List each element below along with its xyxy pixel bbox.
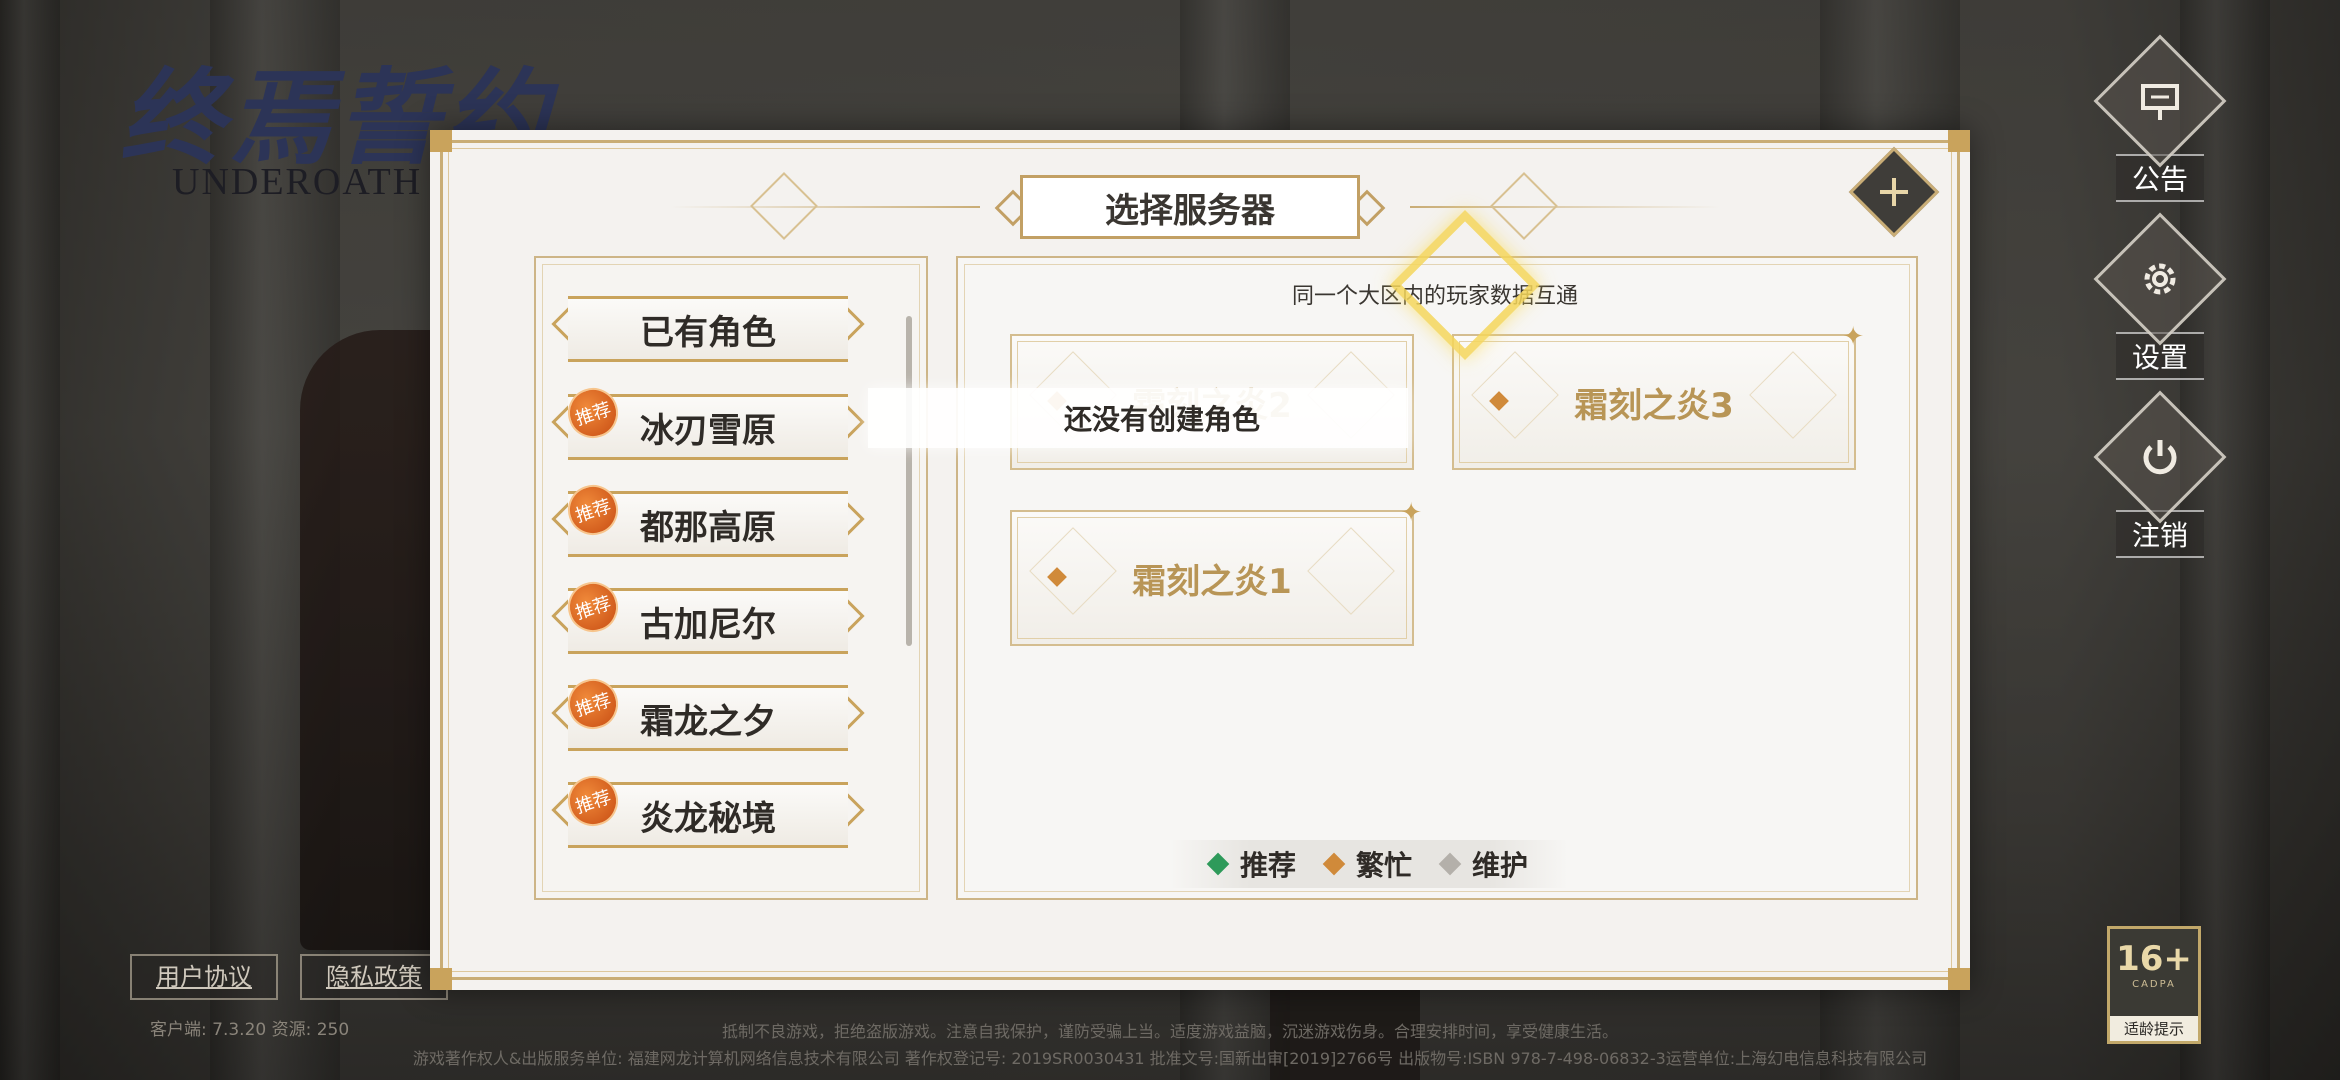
corner-ornament	[1948, 130, 1970, 152]
age-rating-org: CADPA	[2132, 979, 2176, 990]
age-rating-value: 16+	[2116, 939, 2192, 979]
no-character-tooltip: 还没有创建角色	[868, 388, 1408, 448]
settings-frame	[2093, 212, 2227, 346]
age-rating-tip: 适龄提示	[2110, 1016, 2198, 1041]
region-label: 都那高原	[640, 507, 776, 548]
logout-button[interactable]: 注销	[2093, 390, 2227, 574]
status-busy-icon	[1322, 852, 1346, 876]
server-name: 霜刻之炎1	[1132, 561, 1292, 602]
region-list-scrollbar[interactable]	[906, 316, 912, 646]
server-item[interactable]: 霜刻之炎3 ✦	[1452, 322, 1864, 470]
region-label: 冰刃雪原	[640, 410, 776, 451]
region-item[interactable]: 古加尼尔 推荐	[551, 575, 865, 656]
title-deco-line	[670, 206, 980, 208]
legend-busy: 繁忙	[1322, 844, 1413, 884]
status-maintenance-icon	[1438, 852, 1462, 876]
side-menu: 公告 设置 注销	[2093, 34, 2227, 574]
legend-recommended: 推荐	[1206, 844, 1297, 884]
logout-frame	[2093, 390, 2227, 524]
privacy-policy-link[interactable]: 隐私政策	[300, 954, 448, 1000]
region-item[interactable]: 都那高原 推荐	[551, 478, 865, 559]
region-label: 已有角色	[640, 312, 776, 353]
server-select-dialog: 选择服务器 已有角色 冰刃雪原 推荐 都那高原 推荐 古加尼尔 推荐 霜龙之夕	[430, 130, 1970, 990]
tooltip-text: 还没有创建角色	[1064, 403, 1261, 436]
region-hint: 同一个大区内的玩家数据互通	[1291, 284, 1578, 309]
close-button[interactable]	[1848, 146, 1940, 238]
corner-ornament	[430, 968, 452, 990]
age-rating-badge[interactable]: 16+ CADPA 适龄提示	[2107, 926, 2201, 1044]
title-deco-diamond	[1490, 172, 1558, 240]
dialog-title-bar: 选择服务器	[990, 175, 1390, 239]
health-notice: 抵制不良游戏，拒绝盗版游戏。注意自我保护，谨防受骗上当。适度游戏益脑，沉迷游戏伤…	[721, 1022, 1618, 1041]
region-label: 炎龙秘境	[640, 798, 776, 839]
status-recommended-icon	[1206, 852, 1230, 876]
region-item[interactable]: 冰刃雪原 推荐	[551, 381, 865, 462]
legend-label: 维护	[1472, 849, 1529, 882]
power-icon	[2143, 440, 2177, 475]
dialog-title: 选择服务器	[1105, 190, 1275, 231]
copyright-notice: 游戏著作权人&出版服务单位: 福建网龙计算机网络信息技术有限公司 著作权登记号:…	[412, 1049, 1928, 1068]
region-item[interactable]: 霜龙之夕 推荐	[551, 672, 865, 753]
notice-button[interactable]: 公告	[2093, 34, 2227, 218]
sparkle-icon: ✦	[1842, 322, 1864, 352]
region-item-existing-characters[interactable]: 已有角色	[551, 294, 865, 364]
legend-label: 繁忙	[1356, 849, 1413, 882]
title-box: 选择服务器	[1020, 175, 1360, 239]
title-deco-line	[1410, 206, 1720, 208]
region-item[interactable]: 炎龙秘境 推荐	[551, 769, 865, 850]
user-agreement-link[interactable]: 用户协议	[130, 954, 278, 1000]
notice-frame	[2093, 34, 2227, 168]
corner-ornament	[1948, 968, 1970, 990]
region-label: 古加尼尔	[640, 604, 776, 645]
settings-button[interactable]: 设置	[2093, 212, 2227, 396]
region-body: 已有角色	[568, 296, 848, 362]
server-name: 霜刻之炎3	[1574, 385, 1734, 426]
notice-board-icon	[2141, 84, 2179, 120]
legend-label: 推荐	[1240, 849, 1297, 882]
status-legend: 推荐 繁忙 维护	[1170, 840, 1569, 888]
corner-ornament	[430, 130, 452, 152]
region-label: 霜龙之夕	[640, 701, 776, 742]
gear-icon	[2144, 263, 2176, 295]
title-deco-diamond	[750, 172, 818, 240]
legend-maintenance: 维护	[1438, 844, 1529, 884]
server-item[interactable]: 霜刻之炎1 ✦	[1010, 498, 1422, 646]
close-icon	[1880, 178, 1908, 206]
sparkle-icon: ✦	[1400, 498, 1422, 528]
